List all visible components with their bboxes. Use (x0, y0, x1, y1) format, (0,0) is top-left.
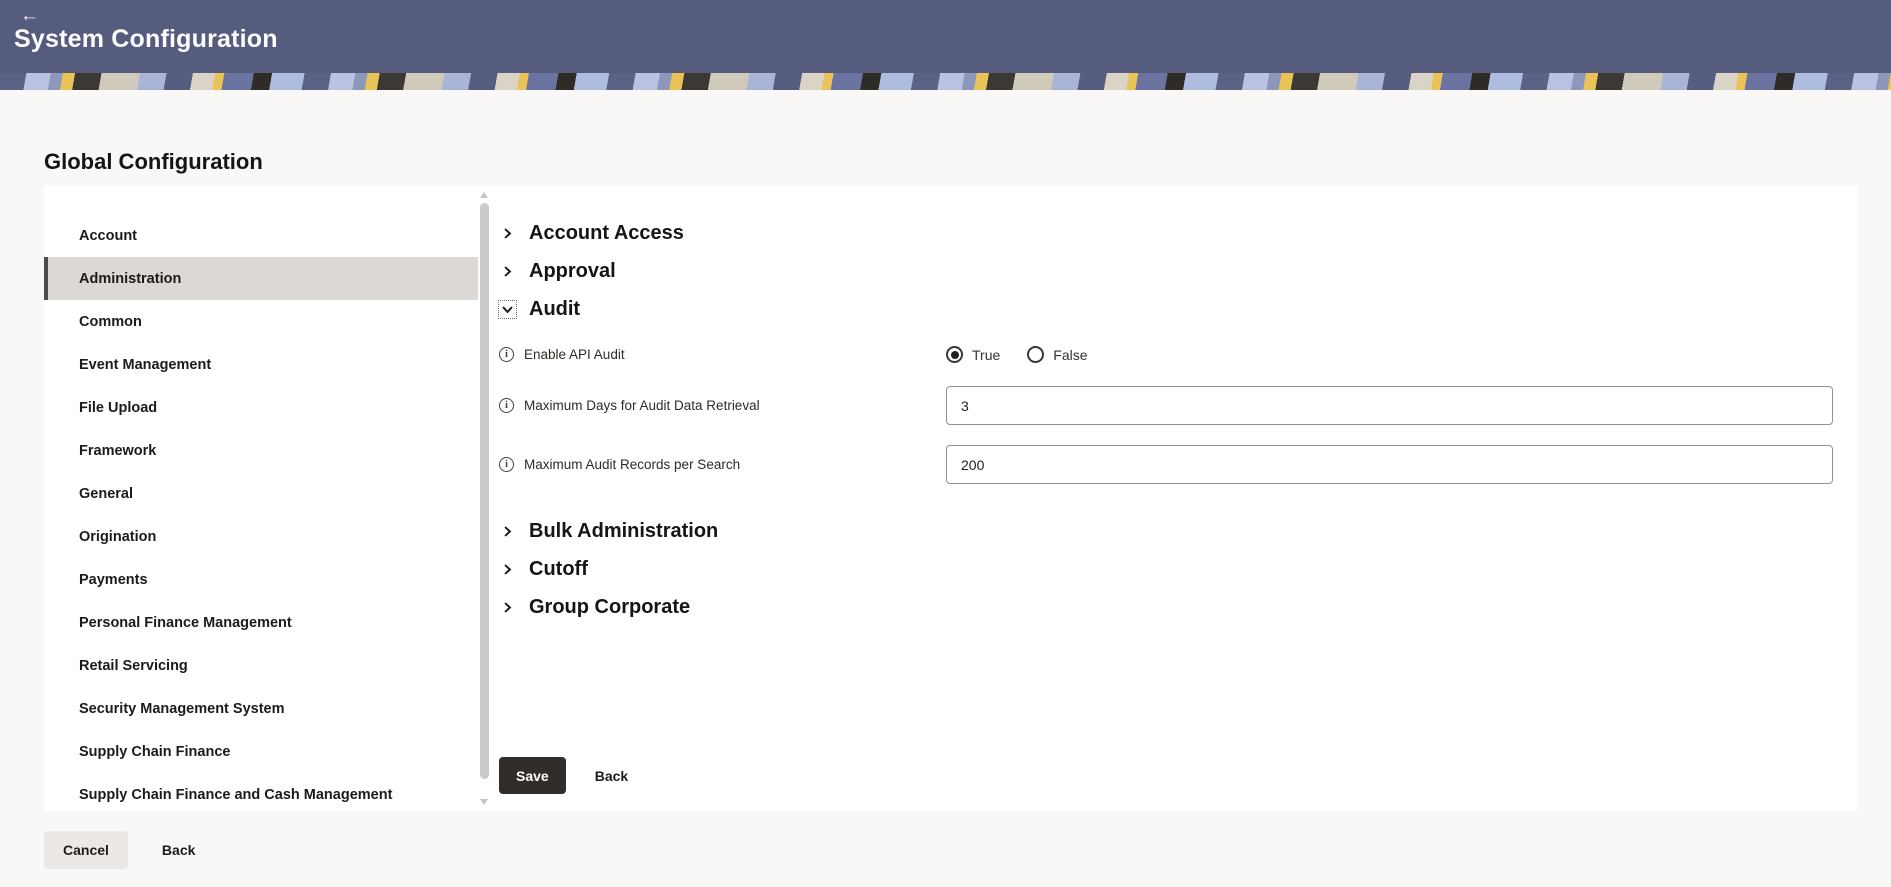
decorative-pattern-strip (0, 73, 1891, 90)
scroll-up-icon[interactable] (480, 192, 488, 198)
chevron-right-icon (499, 263, 516, 280)
sidebar-item-personal-finance-management[interactable]: Personal Finance Management (44, 601, 478, 644)
field-label-text: Maximum Audit Records per Search (524, 457, 741, 472)
section-title: Account Access (529, 221, 684, 244)
audit-fields: i Enable API Audit True False i Maximum … (499, 328, 1833, 512)
sidebar-item-administration[interactable]: Administration (44, 257, 478, 300)
sidebar-item-common[interactable]: Common (44, 300, 478, 343)
sidebar-item-general[interactable]: General (44, 472, 478, 515)
footer-back-link[interactable]: Back (162, 842, 195, 858)
chevron-right-icon (499, 561, 516, 578)
section-title: Audit (529, 297, 581, 320)
field-label-text: Enable API Audit (524, 347, 625, 362)
save-button[interactable]: Save (499, 757, 566, 794)
info-icon: i (499, 398, 514, 413)
field-label: i Enable API Audit (499, 347, 946, 362)
field-row-enable-api-audit: i Enable API Audit True False (499, 346, 1833, 363)
sidebar-item-payments[interactable]: Payments (44, 558, 478, 601)
section-title: Bulk Administration (529, 519, 719, 542)
page-body: Global Configuration Account Administrat… (0, 90, 1891, 869)
field-label: i Maximum Days for Audit Data Retrieval (499, 398, 946, 413)
footer-actions: Cancel Back (44, 831, 1858, 869)
field-control (946, 445, 1833, 484)
sidebar-item-account[interactable]: Account (44, 214, 478, 257)
radio-option-true[interactable]: True (946, 346, 1000, 363)
chevron-down-icon (498, 299, 517, 319)
chevron-right-icon (499, 523, 516, 540)
sidebar-scrollbar[interactable] (478, 186, 491, 811)
sidebar-item-security-management-system[interactable]: Security Management System (44, 687, 478, 730)
sidebar-item-event-management[interactable]: Event Management (44, 343, 478, 386)
app-header: ← System Configuration (0, 0, 1891, 73)
page-title: Global Configuration (44, 149, 263, 174)
info-icon: i (499, 457, 514, 472)
section-accordion: Account Access Approval Audit i Enable A… (491, 186, 1858, 811)
sidebar-item-supply-chain-finance[interactable]: Supply Chain Finance (44, 730, 478, 773)
chevron-right-icon (499, 225, 516, 242)
radio-label: False (1053, 346, 1088, 363)
enable-api-audit-radio-group: True False (946, 346, 1833, 363)
section-header-bulk-administration[interactable]: Bulk Administration (499, 512, 1833, 550)
scroll-down-icon[interactable] (480, 799, 488, 805)
section-title: Cutoff (529, 557, 588, 580)
app-title: System Configuration (14, 25, 278, 53)
radio-option-false[interactable]: False (1027, 346, 1088, 363)
max-days-audit-retrieval-input[interactable] (946, 386, 1833, 425)
sidebar-item-origination[interactable]: Origination (44, 515, 478, 558)
section-header-group-corporate[interactable]: Group Corporate (499, 588, 1833, 626)
panel-actions: Save Back (499, 757, 628, 794)
section-title: Group Corporate (529, 595, 691, 618)
panel-back-link[interactable]: Back (595, 768, 628, 784)
section-header-approval[interactable]: Approval (499, 252, 1833, 290)
scrollbar-thumb[interactable] (480, 203, 489, 779)
section-header-cutoff[interactable]: Cutoff (499, 550, 1833, 588)
field-row-max-audit-records: i Maximum Audit Records per Search (499, 445, 1833, 484)
radio-selected-icon[interactable] (946, 346, 963, 363)
sidebar-item-file-upload[interactable]: File Upload (44, 386, 478, 429)
section-header-account-access[interactable]: Account Access (499, 214, 1833, 252)
field-label-text: Maximum Days for Audit Data Retrieval (524, 398, 760, 413)
field-row-max-days-audit-retrieval: i Maximum Days for Audit Data Retrieval (499, 386, 1833, 425)
field-control: True False (946, 346, 1833, 363)
sidebar-item-supply-chain-finance-and-cash-management[interactable]: Supply Chain Finance and Cash Management (44, 773, 478, 816)
back-arrow-icon[interactable]: ← (20, 5, 39, 27)
cancel-button[interactable]: Cancel (44, 831, 128, 869)
section-header-audit[interactable]: Audit (498, 290, 1833, 328)
max-audit-records-input[interactable] (946, 445, 1833, 484)
sidebar-item-retail-servicing[interactable]: Retail Servicing (44, 644, 478, 687)
radio-label: True (972, 346, 1001, 363)
configuration-panel: Account Administration Common Event Mana… (44, 186, 1858, 811)
info-icon: i (499, 347, 514, 362)
radio-unselected-icon[interactable] (1027, 346, 1045, 363)
section-title: Approval (529, 259, 616, 282)
chevron-right-icon (499, 599, 516, 616)
category-sidebar: Account Administration Common Event Mana… (44, 186, 478, 811)
field-label: i Maximum Audit Records per Search (499, 457, 946, 472)
sidebar-item-framework[interactable]: Framework (44, 429, 478, 472)
field-control (946, 386, 1833, 425)
